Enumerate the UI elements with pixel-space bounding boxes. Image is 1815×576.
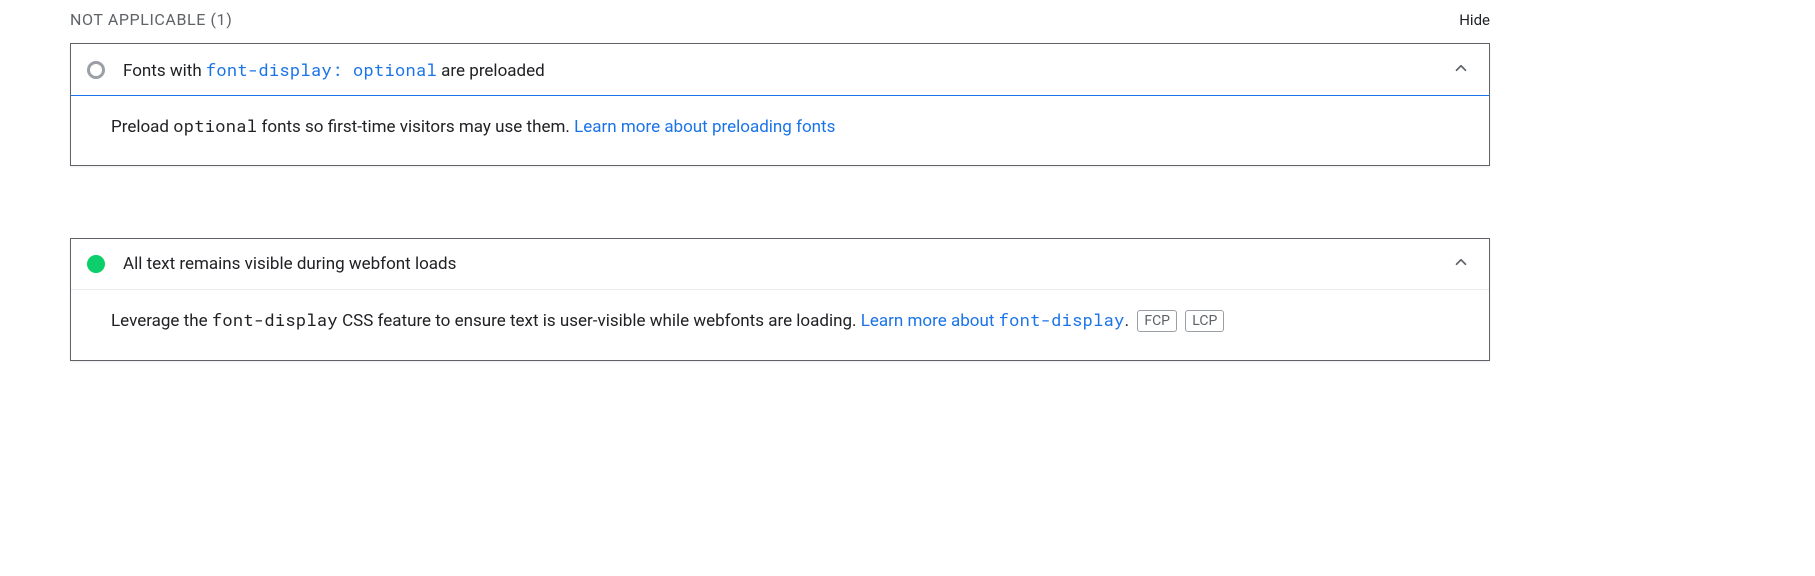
section-count: (1) — [211, 10, 233, 29]
body-text-code: optional — [173, 114, 257, 137]
body-text-post: fonts so first-time visitors may use the… — [257, 117, 574, 137]
body-text-pre: Preload — [111, 117, 173, 137]
status-not-applicable-icon — [87, 61, 105, 79]
audit-title-code: font-display: optional — [206, 58, 437, 81]
hide-toggle[interactable]: Hide — [1459, 11, 1490, 29]
audit-card-font-display: All text remains visible during webfont … — [70, 238, 1490, 360]
audit-body-font-display: Leverage the font-display CSS feature to… — [71, 290, 1489, 359]
audit-title-post: are preloaded — [437, 61, 545, 81]
audit-card-font-preload: Fonts with font-display: optional are pr… — [70, 43, 1490, 166]
audit-report: NOT APPLICABLE (1) Hide Fonts with font-… — [0, 0, 1560, 421]
link-text-code: font-display — [999, 308, 1125, 331]
audit-header-font-display[interactable]: All text remains visible during webfont … — [71, 239, 1489, 290]
section-header: NOT APPLICABLE (1) Hide — [70, 10, 1490, 29]
body-dot: . — [1125, 311, 1129, 331]
status-pass-icon — [87, 255, 105, 273]
body-text-pre: Leverage the — [111, 311, 212, 331]
section-title-text: NOT APPLICABLE — [70, 10, 206, 29]
section-title: NOT APPLICABLE (1) — [70, 10, 232, 29]
audit-body-font-preload: Preload optional fonts so first-time vis… — [71, 96, 1489, 165]
chevron-up-icon — [1449, 59, 1473, 81]
body-text-post: CSS feature to ensure text is user-visib… — [338, 311, 861, 331]
audit-header-font-preload[interactable]: Fonts with font-display: optional are pr… — [71, 44, 1489, 96]
link-text-pre: Learn more about — [861, 311, 999, 331]
chevron-up-icon — [1449, 253, 1473, 275]
audit-title: All text remains visible during webfont … — [123, 254, 1449, 274]
learn-more-link[interactable]: Learn more about preloading fonts — [574, 117, 835, 137]
audit-title: Fonts with font-display: optional are pr… — [123, 58, 1449, 81]
metric-tag-fcp: FCP — [1137, 310, 1177, 332]
learn-more-link[interactable]: Learn more about font-display — [861, 311, 1125, 331]
body-text-code: font-display — [212, 308, 338, 331]
audit-title-text: All text remains visible during webfont … — [123, 254, 456, 274]
metric-tag-lcp: LCP — [1185, 310, 1224, 332]
audit-title-pre: Fonts with — [123, 61, 206, 81]
